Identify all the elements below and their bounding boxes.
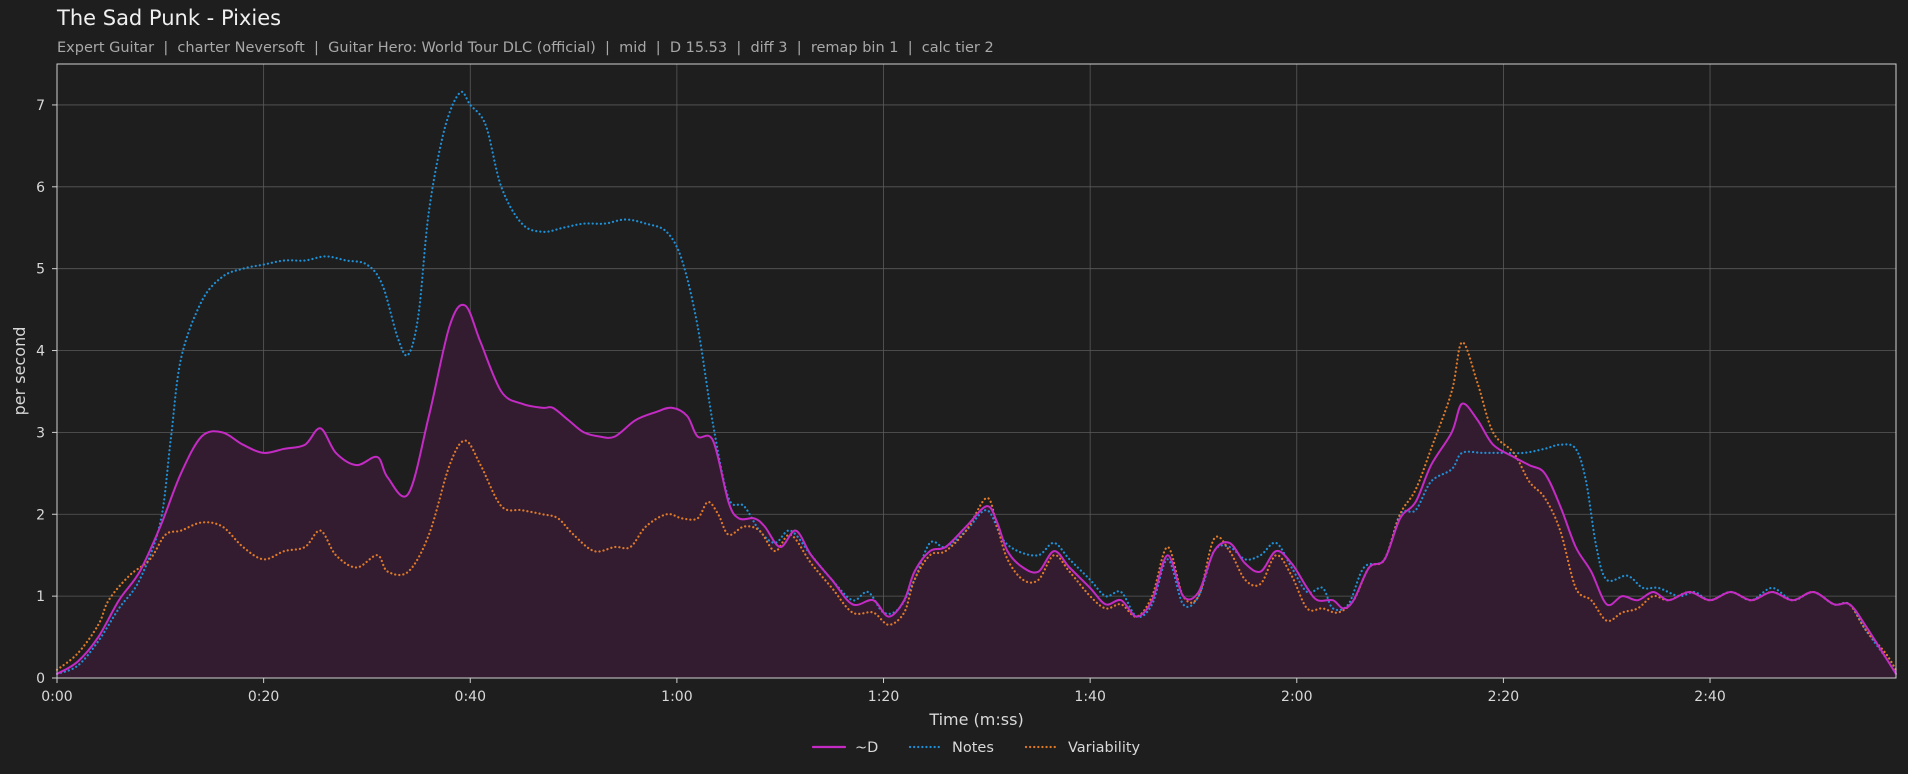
x-axis-label: Time (m:ss) (928, 710, 1023, 729)
legend-label-d: ~D (855, 740, 878, 756)
y-axis-label: per second (10, 327, 29, 416)
y-tick-label: 0 (36, 671, 45, 687)
d-area-fill (57, 304, 1896, 678)
y-tick-label: 7 (36, 98, 45, 114)
y-tick-label: 2 (36, 507, 45, 523)
x-tick-label: 0:00 (41, 689, 72, 705)
y-tick-label: 1 (36, 589, 45, 605)
x-tick-label: 1:20 (868, 689, 899, 705)
legend: ~D Notes Variability (811, 740, 1141, 756)
d-area (57, 304, 1896, 678)
x-tick-label: 0:20 (248, 689, 279, 705)
x-tick-label: 2:20 (1488, 689, 1519, 705)
y-axis-ticks: 0 1 2 3 4 5 6 7 (36, 98, 57, 687)
x-axis-ticks: 0:00 0:20 0:40 1:00 1:20 1:40 2:00 2:20 2:40 (41, 678, 1726, 705)
x-tick-label: 2:00 (1281, 689, 1312, 705)
y-tick-label: 6 (36, 180, 45, 196)
y-tick-label: 5 (36, 262, 45, 278)
x-tick-label: 2:40 (1694, 689, 1725, 705)
x-tick-label: 1:40 (1074, 689, 1105, 705)
legend-label-variability: Variability (1068, 740, 1141, 756)
y-tick-label: 3 (36, 425, 45, 441)
line-chart: 0:00 0:20 0:40 1:00 1:20 1:40 2:00 2:20 2:40 0 1 2… (10, 63, 1898, 756)
x-tick-label: 0:40 (455, 689, 486, 705)
legend-label-notes: Notes (952, 740, 994, 756)
y-tick-label: 4 (36, 344, 45, 360)
x-tick-label: 1:00 (661, 689, 692, 705)
